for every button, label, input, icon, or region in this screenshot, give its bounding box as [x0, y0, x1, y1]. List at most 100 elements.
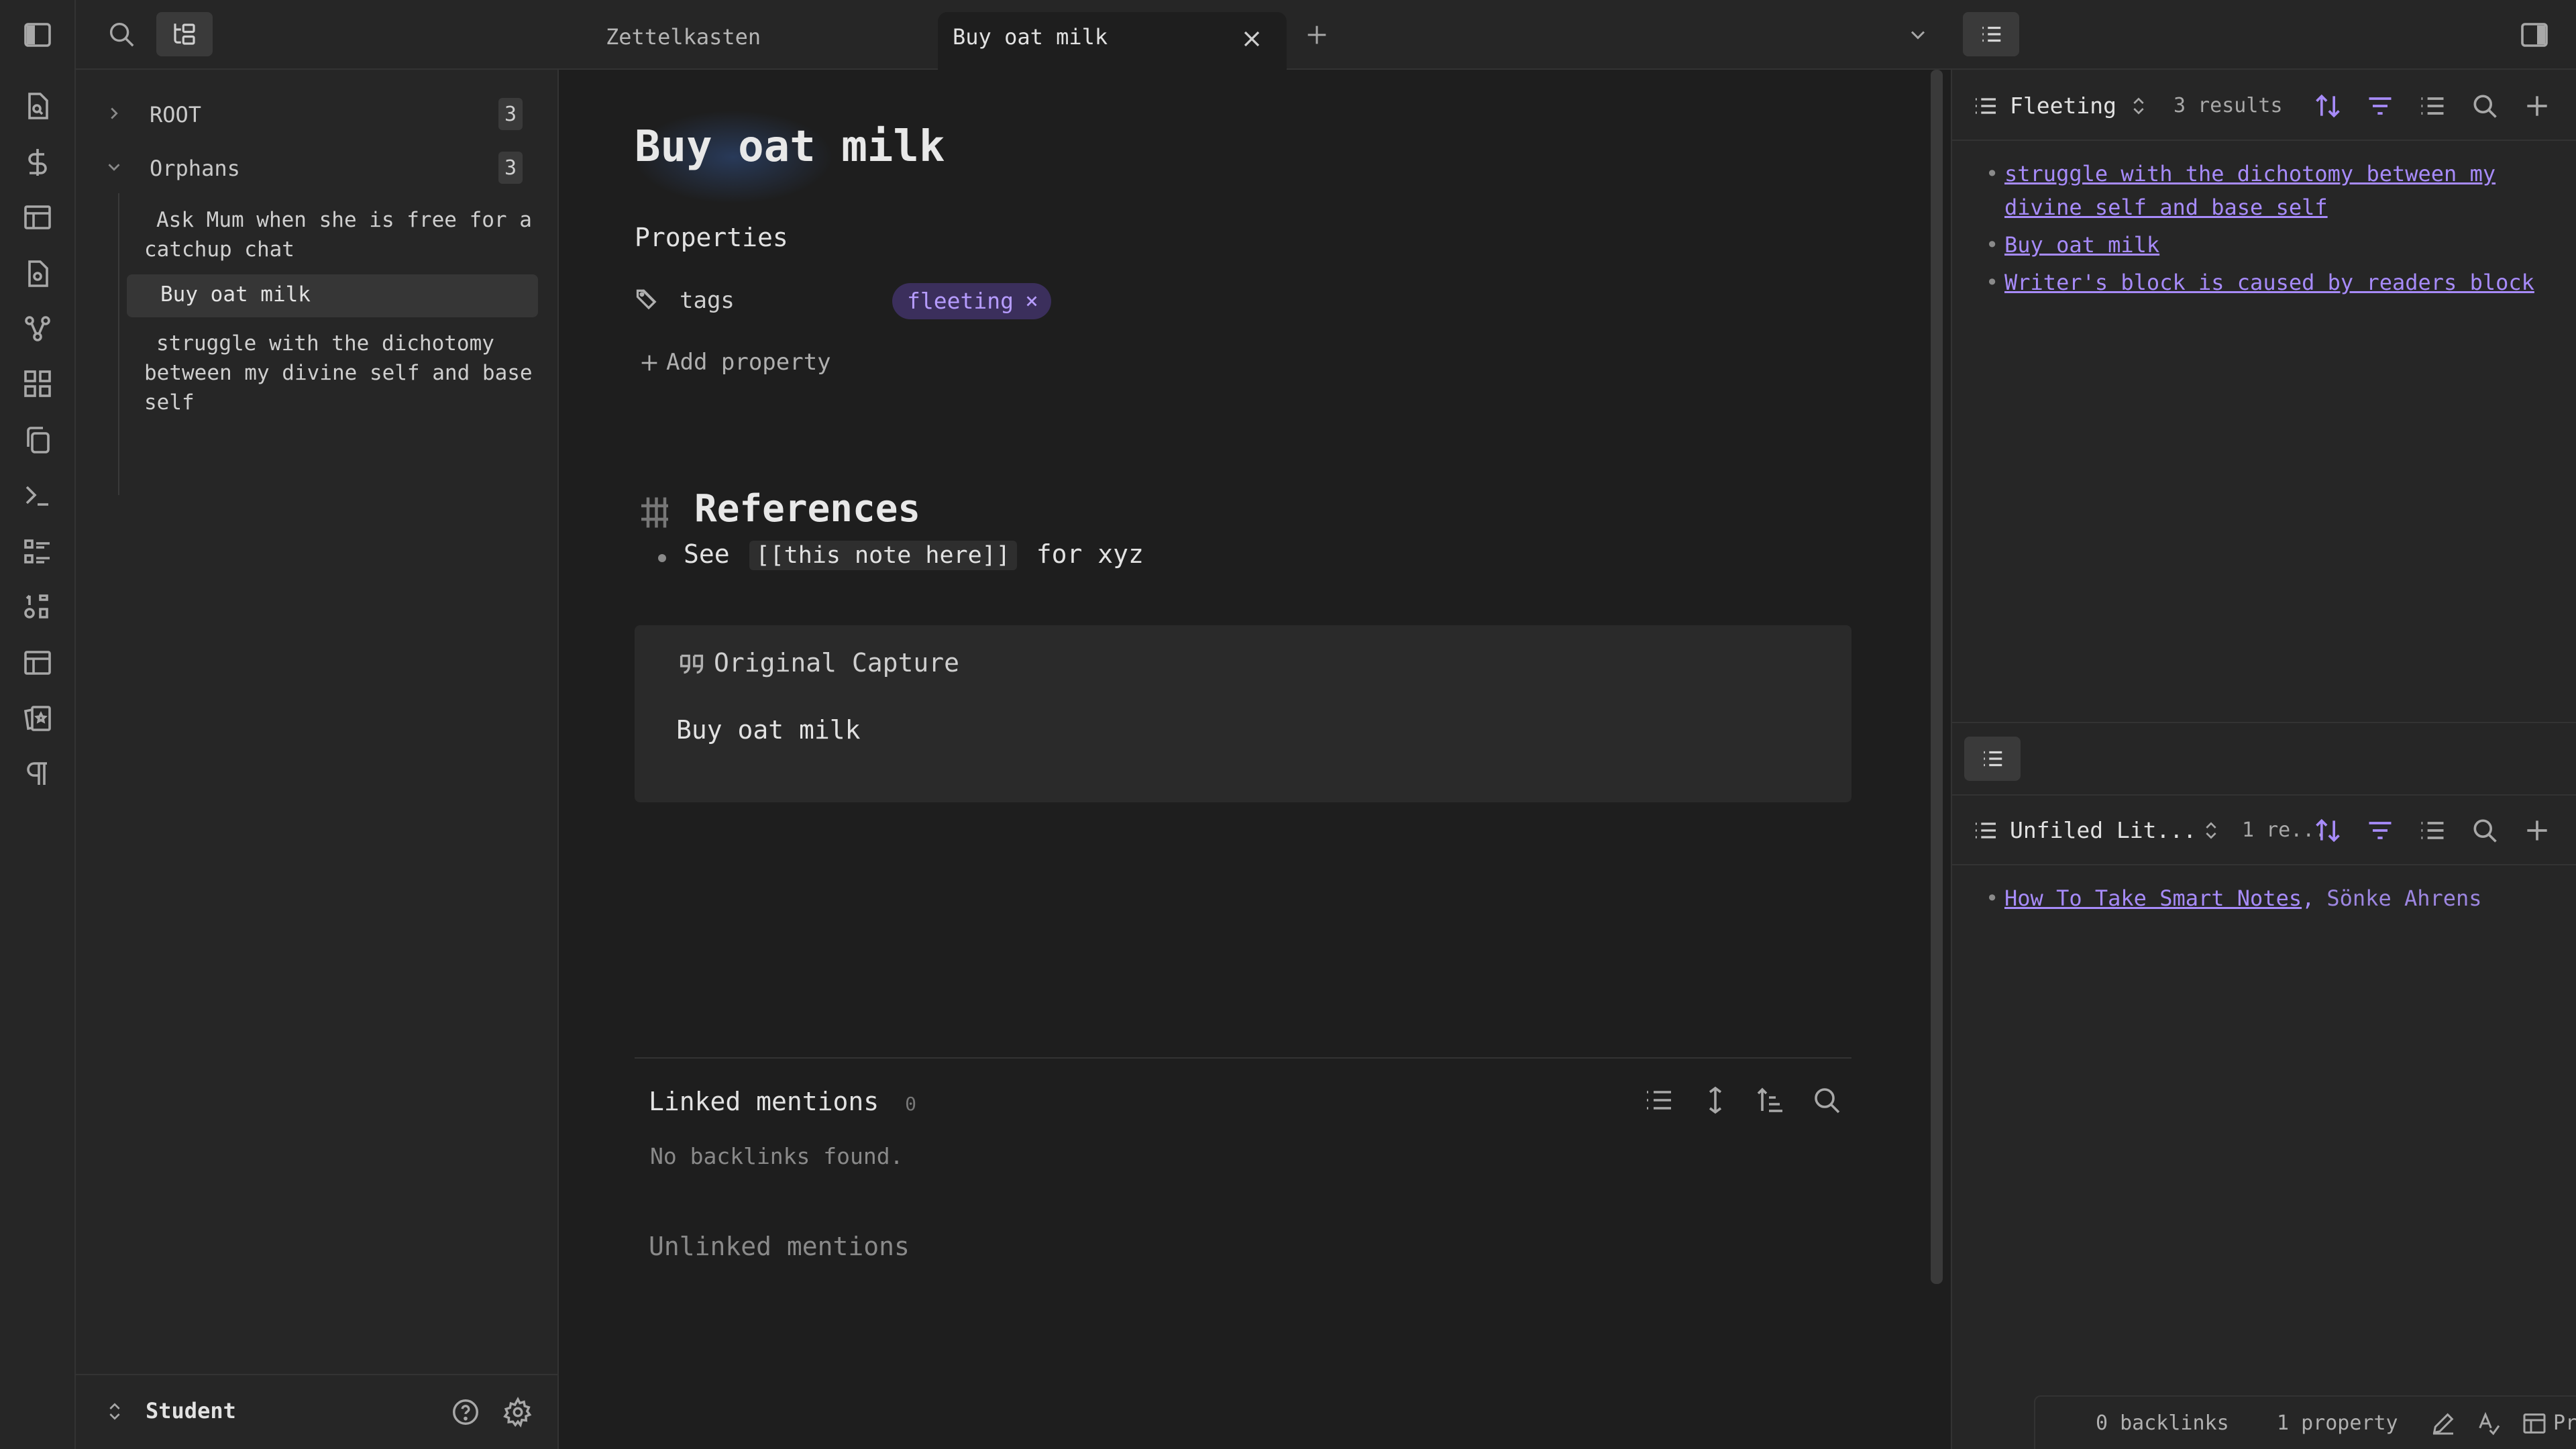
tab-label: Zettelkasten [606, 24, 761, 50]
cards-star-icon[interactable] [21, 702, 54, 734]
sort-icon[interactable] [2313, 91, 2343, 121]
result-link[interactable]: struggle with the dichotomy between my d… [2004, 157, 2542, 224]
right-sidebar-toggle-icon[interactable] [2518, 19, 2551, 51]
list-item: • Buy oat milk [1986, 228, 2542, 262]
sort-numbers-icon[interactable] [21, 590, 54, 623]
file-preview-icon[interactable] [21, 258, 54, 290]
chevron-down-icon [104, 157, 124, 177]
search-icon[interactable] [106, 19, 137, 50]
results-count: 3 results [2174, 94, 2283, 117]
folder-orphans[interactable]: Orphans 3 [76, 150, 559, 191]
sort-icon[interactable] [2313, 816, 2343, 845]
plus-icon[interactable] [2522, 91, 2552, 121]
no-backlinks-text: No backlinks found. [650, 1143, 904, 1169]
grid-icon[interactable] [21, 368, 54, 400]
view-name: Fleeting [2010, 93, 2116, 119]
terminal-icon[interactable] [21, 479, 54, 511]
spellcheck-icon[interactable] [2475, 1410, 2502, 1437]
divider [1952, 140, 2576, 141]
chevron-down-icon[interactable] [1906, 23, 1930, 47]
search-icon[interactable] [2470, 816, 2500, 845]
folder-label: Orphans [150, 156, 240, 181]
bullet-dot [658, 554, 666, 562]
unfiled-view-selector[interactable]: Unfiled Lit... 1 re... [1972, 814, 2326, 848]
linked-mentions-header[interactable]: Linked mentions 0 [649, 1087, 916, 1116]
tag-pill[interactable]: fleeting [892, 283, 1051, 319]
callout-quote[interactable]: Original Capture Buy oat milk [635, 625, 1851, 802]
note-item[interactable]: Ask Mum when she is free for a catchup c… [123, 204, 539, 268]
list-checks-icon[interactable] [21, 535, 54, 568]
note-editor: Buy oat milk Properties tags fleeting Ad… [559, 70, 1951, 1449]
expand-vertical-icon[interactable] [1699, 1084, 1731, 1116]
layout-icon[interactable] [21, 647, 54, 679]
properties-list-icon[interactable] [2418, 91, 2447, 121]
result-link[interactable]: How To Take Smart Notes [2004, 881, 2302, 915]
filter-icon[interactable] [2365, 91, 2395, 121]
folder-tree-icon [170, 20, 199, 48]
outline-tab-button[interactable] [1964, 737, 2021, 781]
tag-label: fleeting [907, 288, 1014, 314]
bullet-dot: • [1986, 885, 1999, 911]
chevrons-up-down-icon[interactable] [104, 1399, 125, 1424]
search-icon[interactable] [2470, 91, 2500, 121]
result-link[interactable]: Writer's block is caused by readers bloc… [2004, 266, 2534, 299]
copy-icon[interactable] [21, 424, 54, 456]
search-icon[interactable] [1811, 1084, 1843, 1116]
help-icon[interactable] [450, 1397, 481, 1428]
list-icon[interactable] [1643, 1084, 1675, 1116]
note-item[interactable]: struggle with the dichotomy between my d… [123, 327, 539, 421]
sidebar-toggle-icon[interactable] [21, 19, 54, 51]
status-backlinks[interactable]: 0 backlinks [2096, 1411, 2229, 1435]
page-title[interactable]: Buy oat milk [635, 122, 945, 172]
status-process[interactable]: Process [2532, 1411, 2576, 1435]
property-name[interactable]: tags [680, 287, 735, 314]
tags-icon [634, 286, 663, 315]
properties-list-icon[interactable] [2418, 816, 2447, 845]
bullet-suffix: for xyz [1036, 539, 1144, 569]
note-label: Buy oat milk [160, 282, 311, 307]
chevrons-up-down-icon [2200, 820, 2222, 841]
right-sidebar: Fleeting 3 results • struggle with the d… [1951, 70, 2576, 1449]
file-explorer: ROOT 3 Orphans 3 Ask Mum when she is fre… [76, 70, 559, 1374]
editor-scrollbar[interactable] [1931, 70, 1943, 1284]
outline-tab-button[interactable] [1963, 12, 2019, 56]
table-icon[interactable] [21, 201, 54, 233]
fleeting-view-selector[interactable]: Fleeting 3 results [1972, 90, 2321, 123]
reference-bullet[interactable]: See [[this note here]] for xyz [684, 539, 1144, 570]
tab-buy-oat-milk[interactable]: Buy oat milk [938, 12, 1287, 71]
dollar-icon[interactable] [21, 146, 54, 178]
callout-title: Original Capture [714, 648, 960, 678]
linked-mentions-count: 0 [905, 1093, 916, 1115]
note-item-active[interactable]: Buy oat milk [127, 274, 538, 317]
list-icon [1972, 817, 1999, 844]
status-properties[interactable]: 1 property [2277, 1411, 2398, 1435]
result-link[interactable]: Buy oat milk [2004, 228, 2159, 262]
close-icon[interactable] [1238, 25, 1265, 52]
tab-zettelkasten[interactable]: Zettelkasten [505, 15, 941, 70]
quote-icon [676, 649, 707, 680]
pilcrow-icon[interactable] [21, 758, 54, 790]
list-item: • struggle with the dichotomy between my… [1986, 157, 2542, 224]
unlinked-mentions-header[interactable]: Unlinked mentions [649, 1232, 910, 1261]
pencil-icon[interactable] [2430, 1410, 2457, 1437]
add-property-label: Add property [666, 349, 831, 376]
remove-tag-icon[interactable] [1023, 292, 1040, 310]
plus-icon[interactable] [2522, 816, 2552, 845]
graph-icon[interactable] [21, 313, 54, 345]
inline-code-link[interactable]: [[this note here]] [749, 541, 1017, 570]
file-search-icon[interactable] [21, 90, 54, 122]
file-explorer-button[interactable] [156, 12, 213, 56]
folder-root[interactable]: ROOT 3 [76, 97, 559, 137]
tab-bar: Zettelkasten Buy oat milk [76, 0, 1951, 71]
settings-gear-icon[interactable] [502, 1397, 533, 1428]
vault-switcher: Student [76, 1374, 559, 1449]
sort-ascending-icon[interactable] [1754, 1084, 1786, 1116]
filter-icon[interactable] [2365, 816, 2395, 845]
vault-name[interactable]: Student [146, 1398, 236, 1424]
pane-divider [1952, 722, 2576, 723]
properties-heading[interactable]: Properties [635, 223, 788, 252]
new-tab-icon[interactable] [1303, 21, 1330, 48]
bullet-prefix: See [684, 539, 730, 569]
references-heading[interactable]: References [694, 487, 920, 531]
bullet-dot: • [1986, 232, 1999, 258]
